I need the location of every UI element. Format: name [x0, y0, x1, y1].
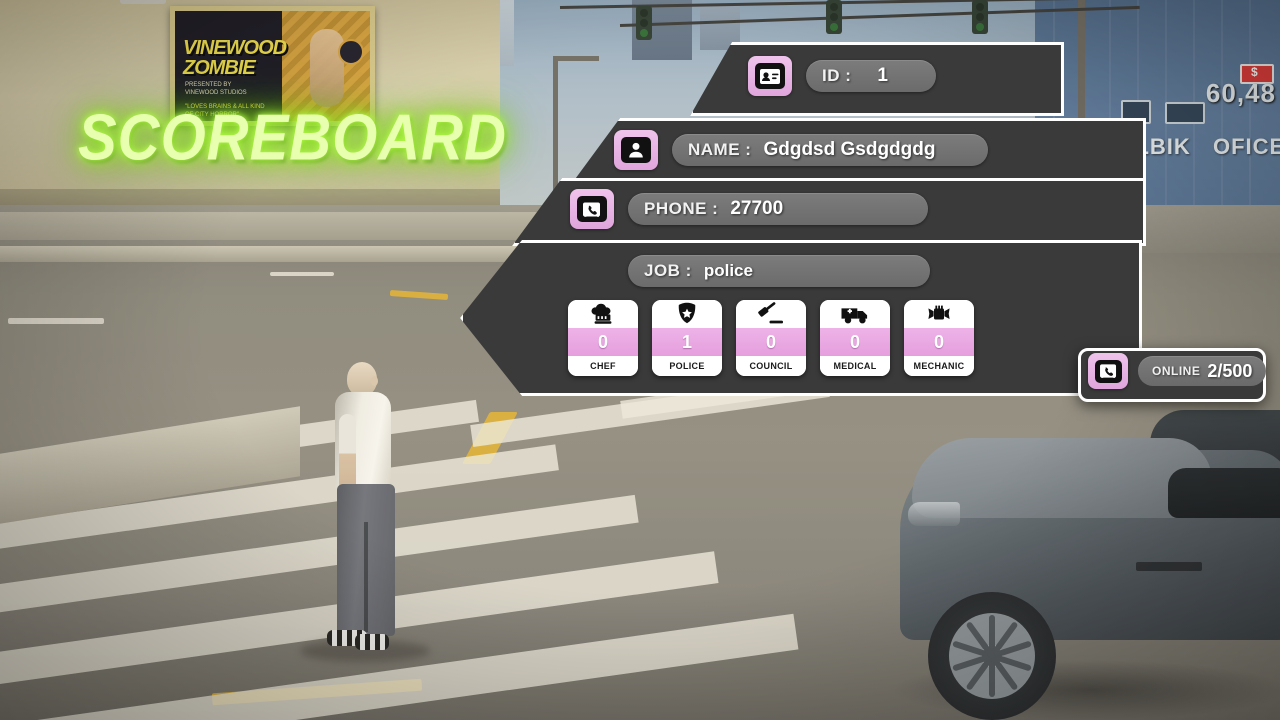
sidewalk — [0, 212, 560, 240]
hud-money-value: 60,48 — [1205, 78, 1276, 108]
traffic-light — [636, 6, 652, 40]
job-card-label: POLICE — [652, 356, 722, 376]
job-card-label: MEDICAL — [820, 356, 890, 376]
job-card-council[interactable]: 0 COUNCIL — [736, 300, 806, 376]
name-label: NAME : — [688, 140, 752, 159]
online-label: ONLINE — [1152, 364, 1201, 378]
phone-value: 27700 — [730, 198, 784, 219]
job-card-chef[interactable]: 0 CHEF — [568, 300, 638, 376]
traffic-light — [972, 0, 988, 34]
job-row: JOB : police — [628, 255, 930, 287]
curb — [0, 246, 520, 262]
job-field[interactable]: JOB : police — [628, 255, 930, 287]
phone-contact-icon — [570, 189, 614, 229]
chef-hat-icon — [568, 300, 638, 328]
online-row: ONLINE 2/500 — [1088, 353, 1267, 389]
job-card-count: 0 — [904, 328, 974, 356]
id-card-icon — [748, 56, 792, 96]
id-value: 1 — [877, 65, 888, 86]
screenshot-root: VINEWOOD ZOMBIE PRESENTED BY VINEWOOD ST… — [0, 0, 1280, 720]
gavel-icon — [736, 300, 806, 328]
traffic-pole — [1078, 0, 1085, 120]
traffic-light — [826, 0, 842, 34]
street-pole — [553, 56, 558, 206]
billboard-lamp — [120, 0, 166, 4]
phone-label: PHONE : — [644, 199, 719, 218]
online-counter[interactable]: ONLINE 2/500 — [1138, 356, 1267, 386]
billboard-subtitle: PRESENTED BY VINEWOOD STUDIOS — [185, 82, 247, 96]
ambulance-icon — [820, 300, 890, 328]
id-row: ID : 1 — [748, 56, 936, 96]
page-title: SCOREBOARD — [78, 101, 507, 174]
phone-row: PHONE : 27700 — [570, 189, 928, 229]
job-card-mechanic[interactable]: 0 MECHANIC — [904, 300, 974, 376]
job-card-count: 0 — [736, 328, 806, 356]
job-card-count: 0 — [568, 328, 638, 356]
job-card-medical[interactable]: 0 MEDICAL — [820, 300, 890, 376]
pedestrian-character — [315, 362, 411, 682]
job-cards-list: 0 CHEF 1 POLICE 0 COUNCIL 0 MEDICAL 0 ME… — [568, 300, 974, 376]
phone-field[interactable]: PHONE : 27700 — [628, 193, 928, 225]
name-field[interactable]: NAME : Gdgdsd Gsdgdgdg — [672, 134, 988, 166]
id-label: ID : — [822, 66, 852, 85]
job-card-count: 1 — [652, 328, 722, 356]
police-badge-icon — [652, 300, 722, 328]
job-label: JOB : — [644, 261, 692, 280]
lane-marking — [270, 272, 334, 276]
street-pole-arm — [553, 56, 599, 61]
parked-car — [900, 410, 1280, 720]
job-card-label: MECHANIC — [904, 356, 974, 376]
id-field[interactable]: ID : 1 — [806, 60, 936, 92]
billboard-logo — [338, 39, 364, 65]
phone-contact-icon — [1088, 353, 1128, 389]
lane-marking — [8, 318, 104, 324]
job-value: police — [703, 261, 753, 280]
billboard-figure — [310, 29, 344, 107]
wrench-icon — [904, 300, 974, 328]
building-sign-right: OFICE — [1213, 134, 1280, 159]
job-card-police[interactable]: 1 POLICE — [652, 300, 722, 376]
online-value: 2/500 — [1207, 360, 1253, 381]
job-card-count: 0 — [820, 328, 890, 356]
name-value: Gdgdsd Gsdgdgdg — [763, 139, 936, 160]
name-row: NAME : Gdgdsd Gsdgdgdg — [614, 130, 988, 170]
billboard-title-line2: ZOMBIE — [183, 57, 256, 79]
job-card-label: CHEF — [568, 356, 638, 376]
person-icon — [614, 130, 658, 170]
job-card-label: COUNCIL — [736, 356, 806, 376]
